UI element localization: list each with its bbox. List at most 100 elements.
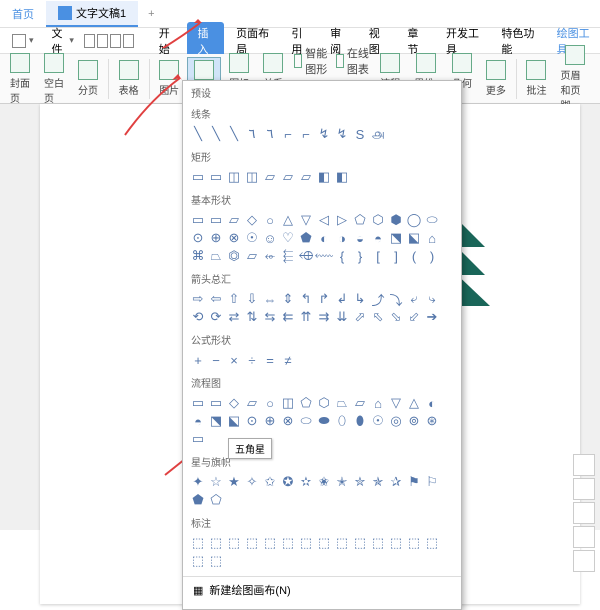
shape-basic-40[interactable]: ( [405,247,423,265]
tool-pagebreak[interactable]: 分页 [72,58,104,99]
shape-arrow-19[interactable]: ⇇ [279,308,297,326]
shape-basic-8[interactable]: ▷ [333,211,351,229]
shape-basic-1[interactable]: ▭ [207,211,225,229]
shape-basic-13[interactable]: ⬭ [423,211,441,229]
shape-flow-21[interactable]: ⬬ [315,412,333,430]
redo-icon[interactable] [110,34,121,48]
shape-basic-3[interactable]: ◇ [243,211,261,229]
shape-arrow-16[interactable]: ⇄ [225,308,243,326]
shape-star-11[interactable]: ✰ [387,473,405,491]
shape-star-8[interactable]: ✭ [333,473,351,491]
shape-flow-15[interactable]: ⬔ [207,412,225,430]
shape-line-6[interactable]: ⌐ [297,125,315,143]
shape-star-13[interactable]: ⚐ [423,473,441,491]
shape-flow-4[interactable]: ○ [261,394,279,412]
shape-flow-22[interactable]: ⬯ [333,412,351,430]
undo-icon[interactable] [97,34,108,48]
shape-arrow-23[interactable]: ⬀ [351,308,369,326]
shape-flow-26[interactable]: ⊚ [405,412,423,430]
shape-star-5[interactable]: ✪ [279,473,297,491]
shape-line-8[interactable]: ↯ [333,125,351,143]
shape-basic-19[interactable]: ♡ [279,229,297,247]
shape-formula-5[interactable]: ≠ [279,351,297,369]
shape-star-1[interactable]: ☆ [207,473,225,491]
shape-flow-5[interactable]: ◫ [279,394,297,412]
shape-callout-12[interactable]: ⬚ [405,534,423,552]
shape-arrow-3[interactable]: ⇩ [243,290,261,308]
shape-star-6[interactable]: ✫ [297,473,315,491]
shape-arrow-13[interactable]: ⤷ [423,290,441,308]
new-tab-button[interactable]: + [138,4,164,24]
shape-basic-16[interactable]: ⊗ [225,229,243,247]
shape-callout-13[interactable]: ⬚ [423,534,441,552]
shape-basic-30[interactable]: ⏣ [225,247,243,265]
shape-arrow-7[interactable]: ↱ [315,290,333,308]
shape-callout-11[interactable]: ⬚ [387,534,405,552]
shape-star-15[interactable]: ⬠ [207,491,225,509]
shape-arrow-8[interactable]: ↲ [333,290,351,308]
shape-basic-7[interactable]: ◁ [315,211,333,229]
shape-flow-8[interactable]: ⏢ [333,394,351,412]
shape-arrow-6[interactable]: ↰ [297,290,315,308]
shape-flow-2[interactable]: ◇ [225,394,243,412]
shape-flow-24[interactable]: ☉ [369,412,387,430]
tool-table[interactable]: 表格 [113,58,145,99]
sidetool-1[interactable] [573,454,595,476]
shape-arrow-12[interactable]: ⤶ [405,290,423,308]
shape-arrow-18[interactable]: ⇆ [261,308,279,326]
shape-flow-11[interactable]: ▽ [387,394,405,412]
shape-line-1[interactable]: ╲ [207,125,225,143]
shape-callout-4[interactable]: ⬚ [261,534,279,552]
shape-flow-27[interactable]: ⊛ [423,412,441,430]
shape-star-10[interactable]: ✯ [369,473,387,491]
shape-arrow-9[interactable]: ↳ [351,290,369,308]
shape-arrow-21[interactable]: ⇉ [315,308,333,326]
shape-formula-2[interactable]: × [225,351,243,369]
shape-flow-12[interactable]: △ [405,394,423,412]
tool-picture[interactable]: 图片 [153,58,185,99]
shape-flow-13[interactable]: ◐ [423,394,441,412]
shape-basic-27[interactable]: ⌂ [423,229,441,247]
shape-flow-9[interactable]: ⏥ [351,394,369,412]
tool-more[interactable]: 更多 [480,58,512,99]
sidetool-3[interactable] [573,502,595,524]
shape-star-0[interactable]: ✦ [189,473,207,491]
shape-basic-33[interactable]: ⬱ [279,247,297,265]
shape-basic-38[interactable]: [ [369,247,387,265]
shape-star-12[interactable]: ⚑ [405,473,423,491]
shape-flow-1[interactable]: ▭ [207,394,225,412]
save-icon[interactable] [84,34,95,48]
shape-formula-0[interactable]: + [189,351,207,369]
shape-basic-5[interactable]: △ [279,211,297,229]
shape-star-14[interactable]: ⬟ [189,491,207,509]
shape-line-5[interactable]: ⌐ [279,125,297,143]
menu-button[interactable]: ▾ [4,31,42,51]
shape-star-4[interactable]: ✩ [261,473,279,491]
shape-arrow-22[interactable]: ⇊ [333,308,351,326]
shape-basic-24[interactable]: ◓ [369,229,387,247]
shape-flow-10[interactable]: ⌂ [369,394,387,412]
shape-star-7[interactable]: ✬ [315,473,333,491]
shape-flow-18[interactable]: ⊕ [261,412,279,430]
tool-smartart[interactable]: 智能图形 [291,44,331,78]
shape-callout-7[interactable]: ⬚ [315,534,333,552]
shape-callout-5[interactable]: ⬚ [279,534,297,552]
shape-arrow-25[interactable]: ⬂ [387,308,405,326]
shape-rect-1[interactable]: ▭ [207,168,225,186]
shape-flow-23[interactable]: ⬮ [351,412,369,430]
shape-basic-2[interactable]: ▱ [225,211,243,229]
shape-arrow-20[interactable]: ⇈ [297,308,315,326]
shape-basic-10[interactable]: ⬡ [369,211,387,229]
shape-arrow-26[interactable]: ⬃ [405,308,423,326]
shape-arrow-11[interactable]: ⤵ [387,290,405,308]
tool-blank[interactable]: 空白页 [38,51,70,107]
shape-arrow-10[interactable]: ⤴ [369,290,387,308]
shape-arrow-0[interactable]: ⇨ [189,290,207,308]
shape-line-10[interactable]: ௮ [369,125,387,143]
shape-basic-12[interactable]: ◯ [405,211,423,229]
shape-basic-32[interactable]: ⬰ [261,247,279,265]
shape-flow-28[interactable]: ▭ [189,430,207,448]
shape-formula-4[interactable]: = [261,351,279,369]
tab-home[interactable]: 首页 [0,2,46,26]
tool-comment[interactable]: 批注 [520,58,552,99]
